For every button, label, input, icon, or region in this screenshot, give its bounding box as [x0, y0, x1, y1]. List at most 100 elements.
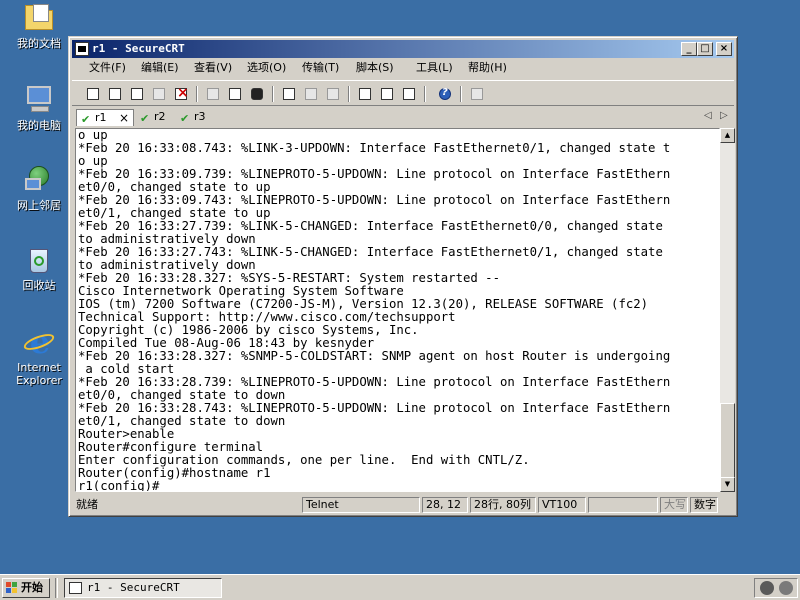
desktop-icon-label: 我的文档 [17, 37, 61, 50]
securecrt-app-icon[interactable] [75, 42, 89, 56]
tab-label: r2 [154, 110, 166, 123]
tab-r1[interactable]: ✔ r1 × [76, 109, 134, 126]
scroll-up-icon[interactable]: ▲ [720, 128, 735, 143]
terminal-line: *Feb 20 16:33:08.743: %LINK-3-UPDOWN: In… [78, 142, 671, 155]
connect-in-tab-icon[interactable] [128, 85, 146, 103]
session-options-icon[interactable] [356, 85, 374, 103]
toolbar-separator [196, 86, 198, 102]
menu-bar: 文件(F) 编辑(E) 查看(V) 选项(O) 传输(T) 脚本(S) 工具(L… [72, 59, 734, 77]
paste-icon[interactable] [226, 85, 244, 103]
tab-close-icon[interactable]: × [119, 110, 129, 126]
status-emulation: VT100 [538, 497, 586, 513]
desktop-icon-my-documents[interactable]: 我的文档 [8, 2, 70, 50]
taskbar-securecrt-button[interactable]: r1 - SecureCRT [64, 578, 222, 598]
window-title: r1 - SecureCRT [92, 42, 185, 55]
toolbar-separator [272, 86, 274, 102]
start-button[interactable]: 开始 [2, 578, 50, 598]
terminal-line: a cold start [78, 363, 175, 376]
terminal-line: Router>enable [78, 428, 175, 441]
help-icon[interactable] [436, 85, 454, 103]
tab-r2[interactable]: ✔ r2 [136, 109, 174, 126]
find-icon[interactable] [248, 85, 266, 103]
menu-file[interactable]: 文件(F) [89, 61, 126, 75]
sftp-icon[interactable] [468, 85, 486, 103]
menu-help[interactable]: 帮助(H) [468, 61, 507, 75]
desktop-icon-label: 网上邻居 [17, 199, 61, 212]
tab-next-icon[interactable]: ▷ [720, 110, 728, 121]
network-places-icon [23, 164, 55, 196]
tab-r3[interactable]: ✔ r3 [176, 109, 214, 126]
maximize-button[interactable]: □ [697, 42, 713, 56]
scroll-down-icon[interactable]: ▼ [720, 477, 735, 492]
title-bar[interactable]: r1 - SecureCRT _ □ × [72, 40, 734, 58]
desktop-icon-internet-explorer[interactable]: e Internet Explorer [8, 326, 70, 387]
terminal-line: o up [78, 155, 108, 168]
menu-options[interactable]: 选项(O) [247, 61, 286, 75]
terminal-line: *Feb 20 16:33:09.739: %LINEPROTO-5-UPDOW… [78, 168, 671, 181]
terminal-line: *Feb 20 16:33:28.327: %SYS-5-RESTART: Sy… [78, 272, 500, 285]
disconnect-icon[interactable] [172, 85, 190, 103]
desktop-icon-label: 我的电脑 [17, 119, 61, 132]
terminal-area[interactable]: o up *Feb 20 16:33:08.743: %LINK-3-UPDOWN… [75, 128, 720, 492]
terminal-line: IOS (tm) 7200 Software (C7200-JS-M), Ver… [78, 298, 649, 311]
close-button[interactable]: × [716, 42, 732, 56]
menu-edit[interactable]: 编辑(E) [141, 61, 179, 75]
terminal-line: Technical Support: http://www.cisco.com/… [78, 311, 456, 324]
terminal-line: Enter configuration commands, one per li… [78, 454, 530, 467]
my-computer-icon [23, 84, 55, 116]
print-setup-icon[interactable] [302, 85, 320, 103]
toolbar-separator [460, 86, 462, 102]
status-caps: 大写 [660, 497, 688, 513]
terminal-line: o up [78, 129, 108, 142]
tab-label: r1 [95, 111, 107, 124]
terminal-line: to administratively down [78, 233, 256, 246]
status-size: 28行, 80列 [470, 497, 536, 513]
reconnect-icon[interactable] [150, 85, 168, 103]
print-icon[interactable] [280, 85, 298, 103]
terminal-line: *Feb 20 16:33:27.743: %LINK-5-CHANGED: I… [78, 246, 663, 259]
print-screen-icon[interactable] [324, 85, 342, 103]
vertical-scrollbar[interactable]: ▲ ▼ [720, 128, 735, 492]
minimize-button[interactable]: _ [681, 42, 697, 56]
connect-icon[interactable] [84, 85, 102, 103]
taskbar-separator [55, 578, 58, 598]
desktop-icon-my-computer[interactable]: 我的电脑 [8, 84, 70, 132]
menu-transfer[interactable]: 传输(T) [302, 61, 339, 75]
tray-network-icon[interactable] [760, 581, 774, 595]
terminal-line: *Feb 20 16:33:28.743: %LINEPROTO-5-UPDOW… [78, 402, 671, 415]
copy-icon[interactable] [204, 85, 222, 103]
status-blank [588, 497, 658, 513]
internet-explorer-icon: e [21, 326, 57, 358]
terminal-line: *Feb 20 16:33:28.739: %LINEPROTO-5-UPDOW… [78, 376, 671, 389]
menu-script[interactable]: 脚本(S) [356, 61, 394, 75]
terminal-line: et0/0, changed state to up [78, 181, 271, 194]
menu-view[interactable]: 查看(V) [194, 61, 232, 75]
menu-tools[interactable]: 工具(L) [416, 61, 453, 75]
quick-connect-icon[interactable] [106, 85, 124, 103]
terminal-output: o up *Feb 20 16:33:08.743: %LINK-3-UPDOWN… [78, 129, 719, 491]
tab-prev-icon[interactable]: ◁ [704, 110, 712, 121]
tray-volume-icon[interactable] [779, 581, 793, 595]
desktop-icon-network-places[interactable]: 网上邻居 [8, 164, 70, 212]
status-num: 数字 [690, 497, 718, 513]
global-options-icon[interactable] [378, 85, 396, 103]
connected-check-icon: ✔ [81, 113, 91, 126]
status-bar: 就绪 Telnet 28, 12 28行, 80列 VT100 大写 数字 [72, 496, 734, 514]
my-documents-icon [23, 2, 55, 34]
terminal-line: et0/0, changed state to down [78, 389, 286, 402]
terminal-line: *Feb 20 16:33:28.327: %SNMP-5-COLDSTART:… [78, 350, 671, 363]
toolbar-separator [348, 86, 350, 102]
securecrt-window: r1 - SecureCRT _ □ × 文件(F) 编辑(E) 查看(V) 选… [68, 36, 738, 517]
status-cursor: 28, 12 [422, 497, 468, 513]
desktop-icon-label: Internet Explorer [16, 361, 62, 387]
terminal-line: *Feb 20 16:33:27.739: %LINK-5-CHANGED: I… [78, 220, 663, 233]
keymap-icon[interactable] [400, 85, 418, 103]
recycle-bin-icon [23, 244, 55, 276]
scroll-thumb[interactable] [720, 403, 735, 478]
tab-label: r3 [194, 110, 206, 123]
terminal-line: Copyright (c) 1986-2006 by cisco Systems… [78, 324, 419, 337]
desktop-icon-recycle-bin[interactable]: 回收站 [8, 244, 70, 292]
terminal-line: et0/1, changed state to up [78, 207, 271, 220]
windows-flag-icon [6, 582, 18, 594]
toolbar-separator [424, 86, 426, 102]
